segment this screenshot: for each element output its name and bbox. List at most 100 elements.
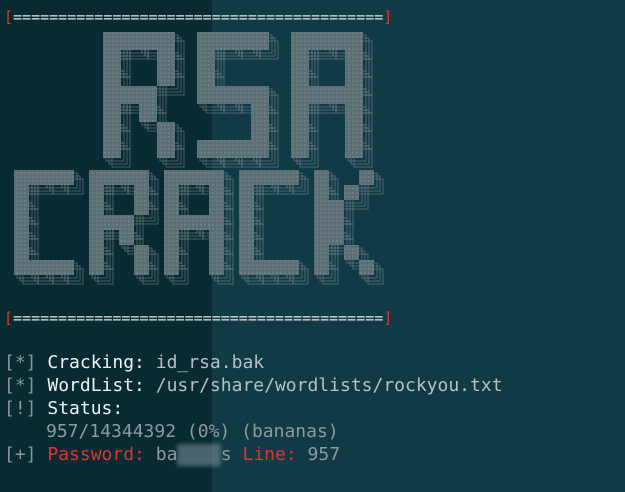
logo-fill-block bbox=[291, 32, 309, 50]
logo-fill-block bbox=[164, 215, 179, 230]
cracking-file: id_rsa.bak bbox=[155, 352, 265, 373]
logo-fill-block bbox=[164, 185, 179, 200]
logo-fill-block bbox=[215, 140, 233, 158]
logo-fill-block bbox=[119, 215, 134, 230]
logo-fill-block bbox=[89, 185, 104, 200]
logo-fill-block bbox=[209, 185, 224, 200]
logo-fill-block bbox=[309, 86, 327, 104]
logo-fill-block bbox=[344, 245, 359, 260]
logo-fill-block bbox=[209, 215, 224, 230]
output-line-wordlist: [*] WordList: /usr/share/wordlists/rocky… bbox=[4, 375, 503, 397]
logo-fill-block bbox=[164, 245, 179, 260]
logo-fill-block bbox=[89, 215, 104, 230]
logo-fill-block bbox=[164, 260, 179, 275]
logo-fill-block bbox=[291, 86, 309, 104]
password-value-end: s bbox=[220, 444, 232, 465]
logo-fill-block bbox=[103, 140, 121, 158]
logo-fill-block bbox=[103, 50, 121, 68]
logo-fill-block bbox=[197, 32, 215, 50]
logo-fill-block bbox=[103, 86, 121, 104]
logo-fill-block bbox=[103, 122, 121, 140]
logo-fill-block bbox=[29, 260, 44, 275]
logo-fill-block bbox=[314, 200, 329, 215]
output-line-cracking: [*] Cracking: id_rsa.bak bbox=[4, 352, 264, 374]
progress-word: (bananas) bbox=[241, 421, 339, 442]
logo-fill-block bbox=[251, 86, 269, 104]
logo-fill-block bbox=[194, 170, 209, 185]
terminal-window[interactable]: [=======================================… bbox=[0, 0, 625, 492]
output-line-status: [!] Status: bbox=[4, 398, 123, 420]
logo-fill-block bbox=[14, 245, 29, 260]
logo-fill-block bbox=[209, 200, 224, 215]
logo-fill-block bbox=[329, 230, 344, 245]
logo-fill-block bbox=[103, 68, 121, 86]
logo-fill-block bbox=[134, 185, 149, 200]
logo-fill-block bbox=[239, 200, 254, 215]
logo-fill-block bbox=[327, 86, 345, 104]
logo-fill-block bbox=[251, 32, 269, 50]
logo-fill-block bbox=[197, 50, 215, 68]
logo-fill-block bbox=[291, 104, 309, 122]
logo-fill-block bbox=[239, 170, 254, 185]
logo-fill-block bbox=[134, 245, 149, 260]
logo-fill-block bbox=[157, 140, 175, 158]
logo-fill-block bbox=[44, 260, 59, 275]
logo-fill-block bbox=[59, 170, 74, 185]
logo-fill-block bbox=[309, 32, 327, 50]
logo-fill-block bbox=[345, 32, 363, 50]
logo-fill-block bbox=[89, 260, 104, 275]
logo-fill-block bbox=[44, 170, 59, 185]
wordlist-label: WordList: bbox=[47, 375, 145, 396]
warning-tag: [!] bbox=[4, 398, 37, 419]
logo-fill-block bbox=[134, 260, 149, 275]
logo-fill-block bbox=[239, 260, 254, 275]
logo-fill-block bbox=[291, 50, 309, 68]
banner-open-bracket: [ bbox=[4, 309, 14, 327]
logo-fill-block bbox=[291, 122, 309, 140]
logo-fill-block bbox=[233, 140, 251, 158]
progress-percent: (0%) bbox=[186, 421, 231, 442]
logo-fill-block bbox=[254, 170, 269, 185]
logo-fill-block bbox=[121, 86, 139, 104]
output-line-progress: 957/14344392 (0%) (bananas) bbox=[46, 421, 339, 442]
logo-fill-block bbox=[239, 230, 254, 245]
logo-fill-block bbox=[345, 86, 363, 104]
logo-word-rsa bbox=[103, 32, 373, 168]
logo-fill-block bbox=[239, 185, 254, 200]
output-line-password: [+] Password: bananas Line: 957 bbox=[4, 444, 340, 466]
logo-fill-block bbox=[89, 245, 104, 260]
logo-fill-block bbox=[345, 140, 363, 158]
success-tag: [+] bbox=[4, 444, 37, 465]
logo-fill-block bbox=[269, 170, 284, 185]
password-redaction: nana bbox=[177, 444, 221, 466]
logo-fill-block bbox=[179, 170, 194, 185]
logo-fill-block bbox=[59, 260, 74, 275]
logo-fill-block bbox=[139, 86, 157, 104]
logo-fill-block bbox=[209, 170, 224, 185]
logo-fill-block bbox=[251, 104, 269, 122]
logo-fill-block bbox=[14, 200, 29, 215]
logo-fill-block bbox=[134, 170, 149, 185]
logo-fill-block bbox=[119, 230, 134, 245]
logo-fill-block bbox=[329, 200, 344, 215]
logo-fill-block bbox=[14, 170, 29, 185]
logo-fill-block bbox=[14, 185, 29, 200]
status-label: Status: bbox=[47, 398, 124, 419]
logo-fill-block bbox=[251, 140, 269, 158]
logo-fill-block bbox=[179, 215, 194, 230]
logo-fill-block bbox=[329, 215, 344, 230]
logo-fill-block bbox=[209, 245, 224, 260]
logo-fill-block bbox=[164, 170, 179, 185]
logo-fill-block bbox=[314, 260, 329, 275]
logo-fill-block bbox=[284, 260, 299, 275]
logo-fill-block bbox=[314, 230, 329, 245]
logo-fill-block bbox=[104, 215, 119, 230]
logo-fill-block bbox=[345, 104, 363, 122]
logo-fill-block bbox=[89, 200, 104, 215]
logo-fill-block bbox=[291, 68, 309, 86]
logo-fill-block bbox=[251, 122, 269, 140]
banner-rule: ========================================… bbox=[13, 309, 384, 327]
logo-fill-block bbox=[327, 32, 345, 50]
logo-fill-block bbox=[359, 260, 374, 275]
logo-fill-block bbox=[29, 170, 44, 185]
